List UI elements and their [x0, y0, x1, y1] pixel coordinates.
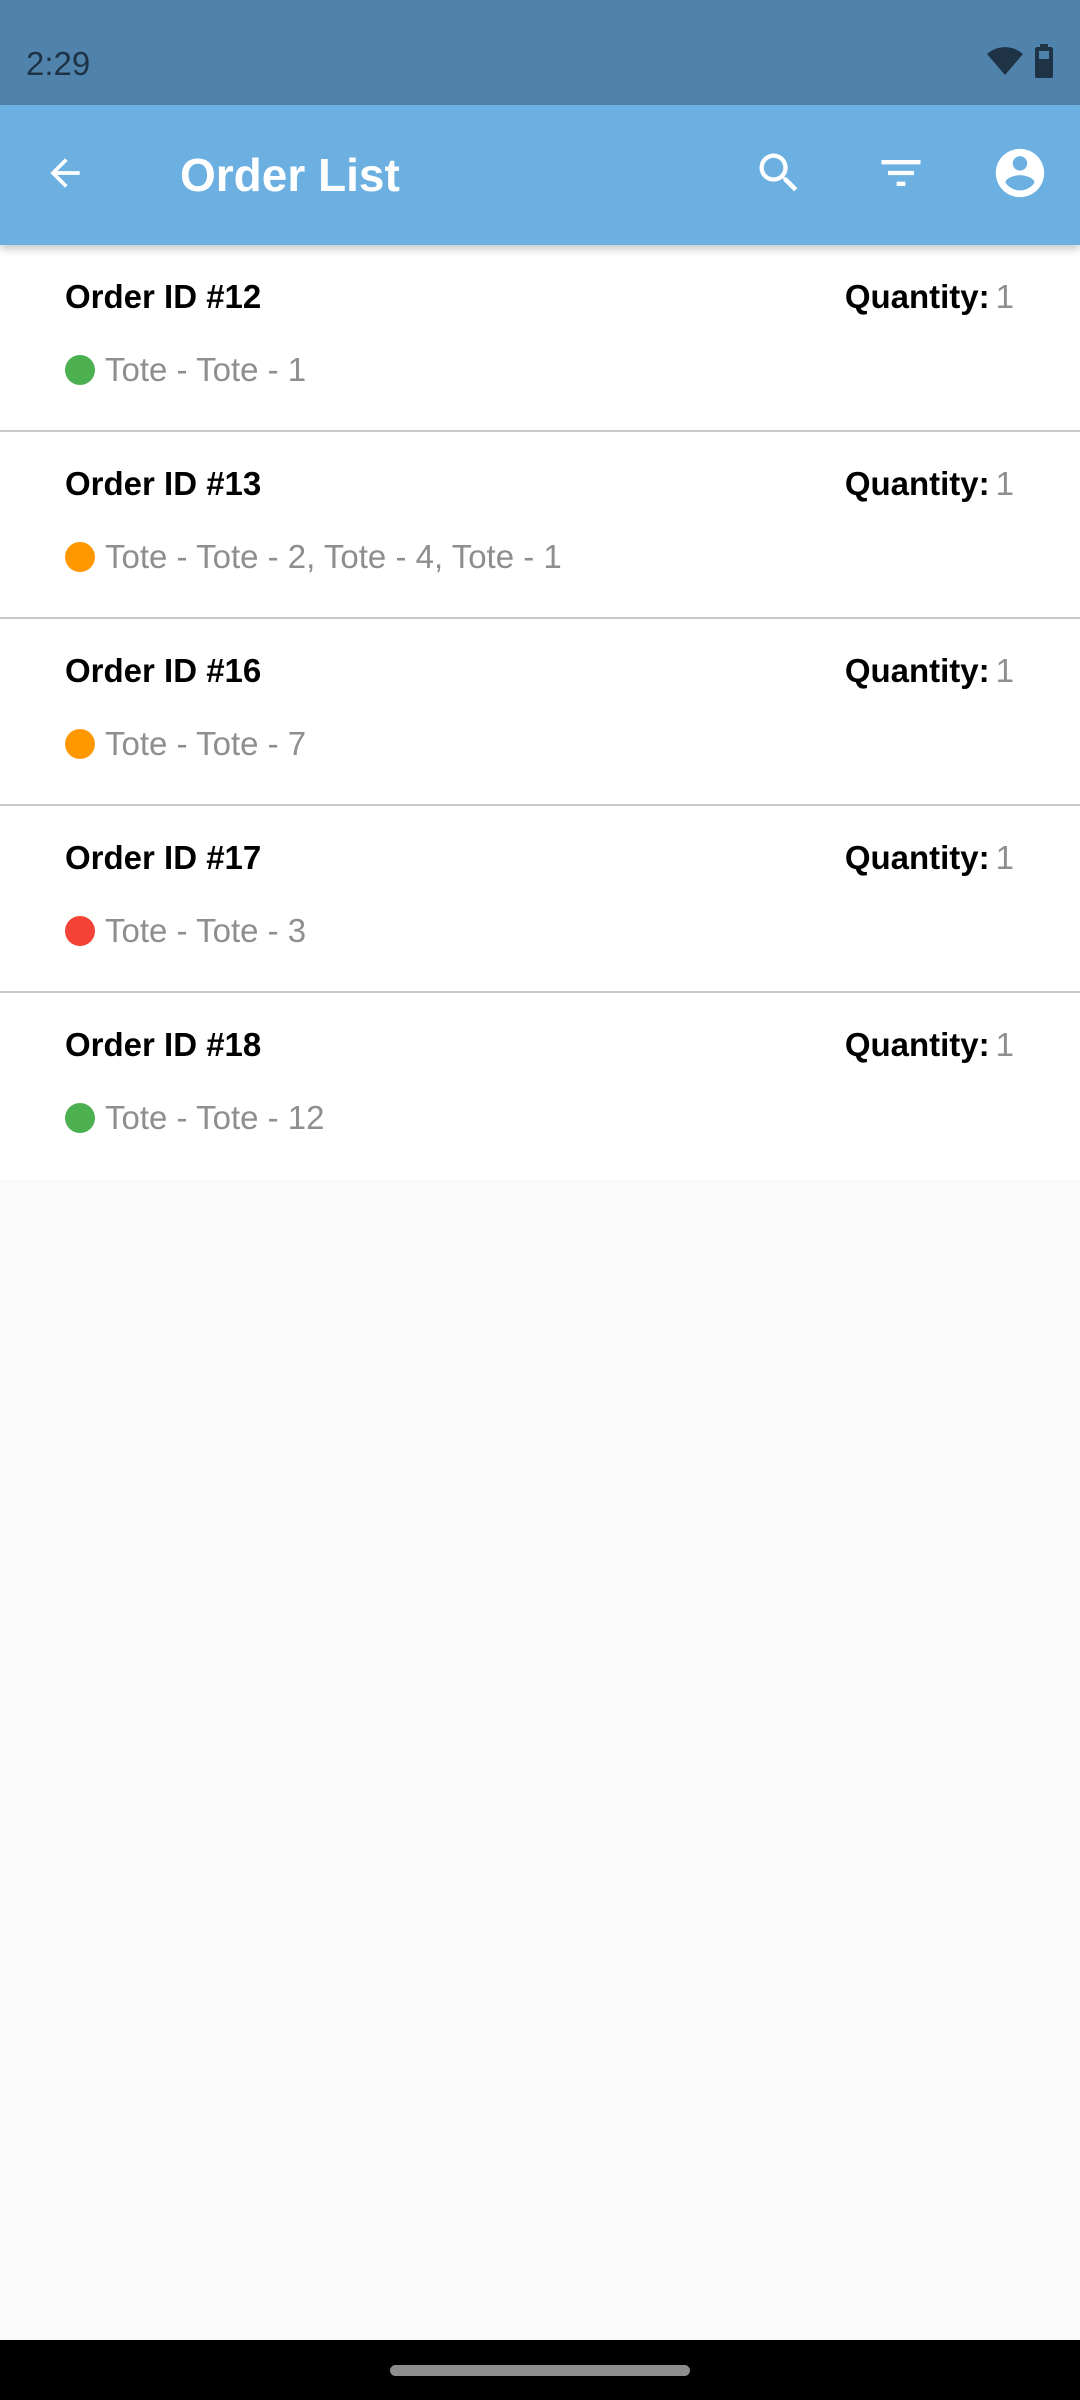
order-id: Order ID #17 [65, 839, 262, 876]
arrow-back-icon [43, 151, 87, 200]
order-id: Order ID #13 [65, 465, 262, 502]
account-button[interactable] [985, 140, 1055, 210]
tote-line: Tote - Tote - 2, Tote - 4, Tote - 1 [65, 538, 562, 576]
quantity-value: 1 [995, 278, 1014, 315]
order-id: Order ID #18 [65, 1026, 262, 1063]
status-dot-icon [65, 355, 95, 385]
order-id: Order ID #12 [65, 278, 262, 315]
status-time: 2:29 [26, 44, 91, 82]
quantity-value: 1 [995, 652, 1014, 689]
quantity-value: 1 [995, 839, 1014, 876]
back-button[interactable] [30, 140, 100, 210]
account-circle-icon [991, 144, 1049, 207]
quantity-label: Quantity: [844, 652, 990, 689]
quantity: Quantity: 1 [845, 839, 1014, 877]
tote-list: Tote - Tote - 3 [105, 912, 307, 949]
quantity: Quantity: 1 [845, 278, 1014, 316]
quantity-label: Quantity: [844, 278, 990, 315]
app-bar: Order List [0, 105, 1080, 245]
status-bar: 2:29 [0, 0, 1080, 105]
order-list: Order ID #12 Quantity: 1 Tote - Tote - 1 … [0, 245, 1080, 1180]
tote-list: Tote - Tote - 2, Tote - 4, Tote - 1 [105, 538, 562, 575]
navigation-bar [0, 2340, 1080, 2400]
order-list-item[interactable]: Order ID #12 Quantity: 1 Tote - Tote - 1 [0, 245, 1080, 432]
search-icon [753, 147, 805, 204]
quantity-value: 1 [995, 465, 1014, 502]
order-list-item[interactable]: Order ID #18 Quantity: 1 Tote - Tote - 12 [0, 993, 1080, 1180]
quantity: Quantity: 1 [845, 652, 1014, 690]
status-icons [986, 44, 1054, 83]
quantity-label: Quantity: [844, 1026, 990, 1063]
tote-line: Tote - Tote - 1 [65, 351, 306, 389]
status-dot-icon [65, 729, 95, 759]
tote-line: Tote - Tote - 12 [65, 1099, 325, 1137]
order-list-item[interactable]: Order ID #13 Quantity: 1 Tote - Tote - 2,… [0, 432, 1080, 619]
tote-list: Tote - Tote - 1 [105, 351, 307, 388]
quantity: Quantity: 1 [845, 465, 1014, 503]
home-gesture-handle[interactable] [390, 2365, 690, 2376]
order-list-item[interactable]: Order ID #17 Quantity: 1 Tote - Tote - 3 [0, 806, 1080, 993]
tote-line: Tote - Tote - 3 [65, 912, 306, 950]
tote-line: Tote - Tote - 7 [65, 725, 306, 763]
tote-list: Tote - Tote - 12 [105, 1099, 325, 1136]
quantity-label: Quantity: [844, 839, 990, 876]
battery-icon [1034, 44, 1054, 83]
order-list-item[interactable]: Order ID #16 Quantity: 1 Tote - Tote - 7 [0, 619, 1080, 806]
status-dot-icon [65, 916, 95, 946]
quantity: Quantity: 1 [845, 1026, 1014, 1064]
status-dot-icon [65, 542, 95, 572]
quantity-value: 1 [995, 1026, 1014, 1063]
wifi-icon [986, 45, 1024, 82]
filter-icon [875, 147, 927, 204]
quantity-label: Quantity: [844, 465, 990, 502]
status-dot-icon [65, 1103, 95, 1133]
tote-list: Tote - Tote - 7 [105, 725, 307, 762]
order-id: Order ID #16 [65, 652, 262, 689]
page-title: Order List [180, 149, 400, 201]
search-button[interactable] [744, 140, 814, 210]
filter-button[interactable] [866, 140, 936, 210]
